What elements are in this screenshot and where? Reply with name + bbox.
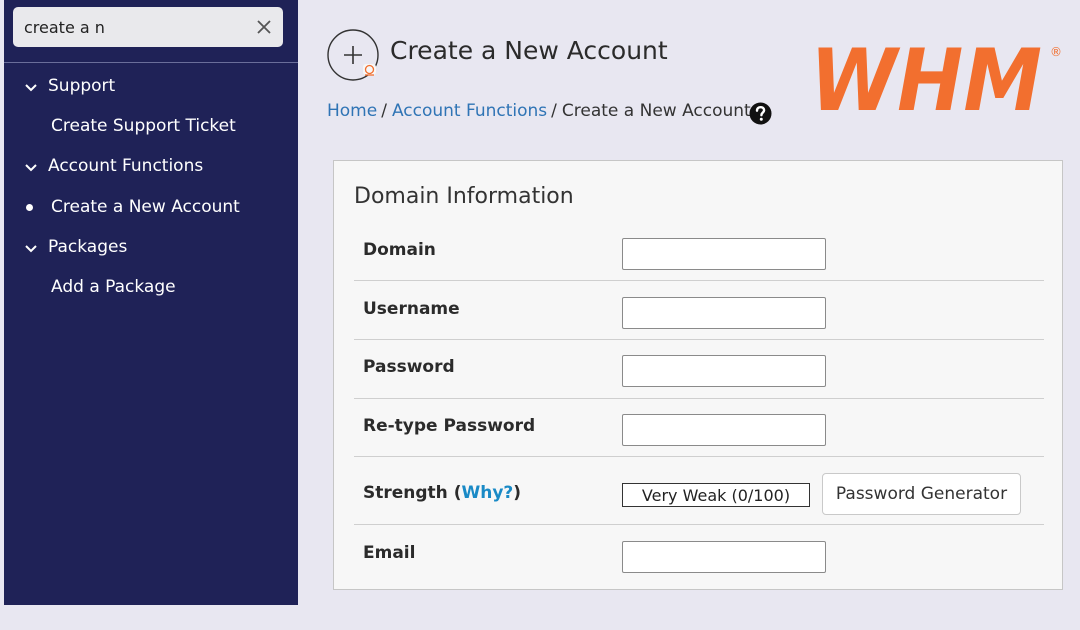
email-label: Email [363,543,416,563]
chevron-down-icon[interactable] [24,83,38,93]
sidebar-item-add-package[interactable]: Add a Package [51,277,176,297]
retype-password-field[interactable] [622,414,826,446]
whm-logo: WHM ® [810,40,1062,116]
row-divider [354,398,1044,399]
breadcrumb-account-functions[interactable]: Account Functions [392,101,547,121]
sidebar-section-account-functions[interactable]: Account Functions [48,156,203,176]
section-title: Domain Information [354,184,574,209]
svg-text:WHM: WHM [810,40,1042,116]
row-divider [354,524,1044,525]
password-label: Password [363,357,455,377]
domain-field[interactable] [622,238,826,270]
sidebar-item-create-new-account[interactable]: Create a New Account [51,197,240,217]
domain-information-panel: Domain Information Domain Username Passw… [333,160,1063,590]
username-field[interactable] [622,297,826,329]
strength-label-close: ) [513,483,522,503]
strength-label-text: Strength ( [363,483,462,503]
row-divider [354,339,1044,340]
username-label: Username [363,299,460,319]
password-generator-button[interactable]: Password Generator [822,473,1021,515]
breadcrumb-separator: / [551,101,557,121]
help-icon[interactable] [749,102,772,125]
retype-password-label: Re-type Password [363,416,536,436]
breadcrumb-home[interactable]: Home [327,101,377,121]
row-divider [354,280,1044,281]
chevron-down-icon[interactable] [24,244,38,254]
breadcrumb-separator: / [381,101,387,121]
password-field[interactable] [622,355,826,387]
breadcrumb-current: Create a New Account [561,101,751,121]
row-divider [354,456,1044,457]
password-strength-meter: Very Weak (0/100) [622,483,810,507]
chevron-down-icon[interactable] [24,163,38,173]
domain-label: Domain [363,240,436,260]
page-title: Create a New Account [390,36,668,65]
sidebar-divider [4,62,298,63]
strength-label: Strength (Why?) [363,483,521,503]
active-bullet-icon [26,204,33,211]
svg-text:®: ® [1050,45,1062,59]
close-icon[interactable] [253,16,275,38]
email-field[interactable] [622,541,826,573]
sidebar: Support Create Support Ticket Account Fu… [4,0,298,605]
why-link[interactable]: Why? [461,483,513,503]
search-input[interactable] [24,16,244,38]
breadcrumb: Home / Account Functions / Create a New Acco… [327,101,751,121]
add-account-icon [327,29,379,81]
sidebar-section-packages[interactable]: Packages [48,237,127,257]
search-box [13,7,283,47]
sidebar-section-support[interactable]: Support [48,76,115,96]
sidebar-item-create-support-ticket[interactable]: Create Support Ticket [51,116,236,136]
